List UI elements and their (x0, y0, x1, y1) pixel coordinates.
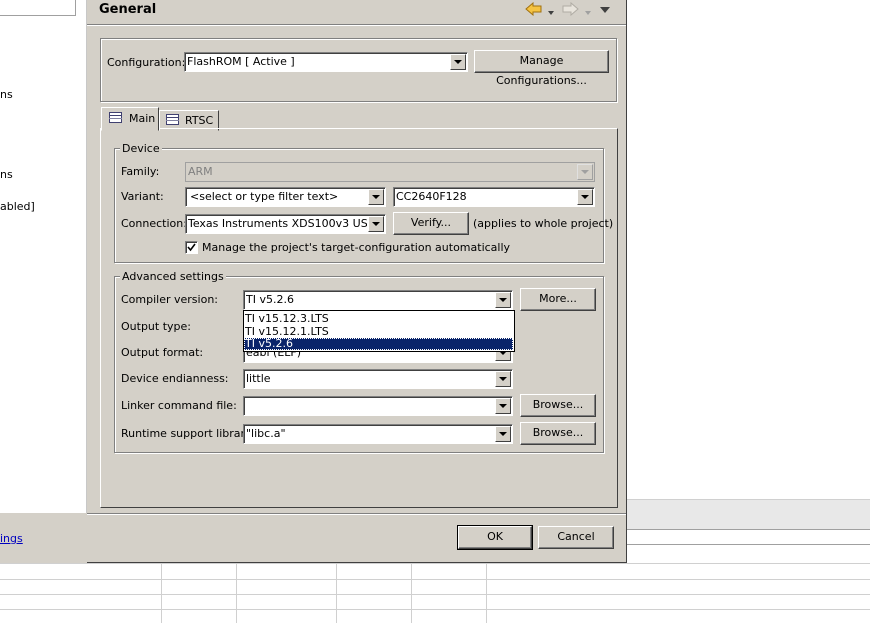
tab-main-label: Main (129, 112, 156, 125)
grid-line (161, 563, 162, 623)
chevron-down-icon[interactable] (495, 371, 511, 387)
compiler-version-dropdown: TI v15.12.3.LTS TI v15.12.1.LTS TI v5.2.… (243, 310, 515, 352)
runtime-browse-button[interactable]: Browse... (520, 422, 596, 445)
more-button[interactable]: More... (520, 288, 596, 311)
compiler-version-value: TI v5.2.6 (246, 293, 294, 306)
page-title: General (99, 2, 157, 17)
chevron-down-icon[interactable] (450, 54, 466, 70)
grid-line (0, 563, 870, 564)
manage-target-label[interactable]: Manage the project's target-configuratio… (202, 241, 510, 254)
manage-target-checkbox[interactable] (185, 241, 198, 254)
grid-line (336, 563, 337, 623)
variant-select[interactable]: CC2640F128 (393, 187, 595, 207)
variant-value: CC2640F128 (396, 190, 467, 203)
grid-line (486, 563, 487, 623)
endianness-select[interactable]: little (243, 369, 513, 389)
chevron-down-icon[interactable] (495, 426, 511, 442)
chevron-down-icon[interactable] (495, 292, 511, 308)
family-label-text: Family: (121, 165, 160, 178)
runtime-library-select[interactable]: "libc.a" (243, 424, 513, 444)
linker-command-label: Linker command file: (121, 399, 237, 412)
checkmark-icon (187, 243, 196, 252)
dropdown-option-selected[interactable]: TI v5.2.6 (244, 338, 513, 350)
dropdown-option[interactable]: TI v15.12.3.LTS (245, 312, 513, 325)
background-list-item: ns (0, 168, 13, 181)
background-settings-link[interactable]: ings (0, 532, 23, 545)
variant-label: Variant: (121, 190, 164, 203)
linker-browse-button[interactable]: Browse... (520, 394, 596, 417)
family-select: ARM (185, 162, 595, 182)
background-list-item: abled] (0, 200, 35, 213)
forward-arrow-icon[interactable] (561, 1, 579, 17)
view-menu-chevron-down-icon[interactable] (599, 4, 611, 13)
chevron-down-icon[interactable] (495, 398, 511, 414)
background-text-field[interactable] (0, 0, 76, 16)
background-right-strip (627, 499, 870, 530)
table-icon (166, 114, 179, 128)
family-value: ARM (188, 165, 213, 178)
background-right-field (627, 529, 870, 545)
properties-dialog: General Configuration: FlashROM [ Active… (87, 0, 627, 563)
variant-filter-value: <select or type filter text> (190, 190, 339, 203)
connection-value: Texas Instruments XDS100v3 USB De (188, 217, 367, 230)
variant-filter-select[interactable]: <select or type filter text> (185, 187, 386, 207)
verify-button[interactable]: Verify... (393, 212, 469, 235)
runtime-library-label: Runtime support library: (121, 427, 255, 440)
grid-line (0, 594, 870, 595)
endianness-label: Device endianness: (121, 372, 229, 385)
grid-line (0, 579, 870, 580)
ok-button[interactable]: OK (457, 525, 533, 550)
chevron-down-icon[interactable] (577, 189, 593, 205)
grid-line (236, 563, 237, 623)
endianness-value: little (246, 372, 271, 385)
output-type-label: Output type: (121, 320, 191, 333)
cancel-button[interactable]: Cancel (538, 526, 614, 549)
tab-rtsc-label: RTSC (185, 114, 214, 127)
advanced-settings-legend: Advanced settings (120, 270, 226, 283)
connection-select[interactable]: Texas Instruments XDS100v3 USB De (185, 214, 386, 234)
chevron-down-icon[interactable] (368, 189, 384, 205)
applies-note: (applies to whole project) (473, 217, 614, 230)
chevron-down-icon[interactable] (368, 216, 384, 232)
table-icon (109, 112, 122, 126)
chevron-down-icon (577, 164, 593, 180)
device-legend: Device (120, 142, 162, 155)
back-arrow-icon[interactable] (525, 1, 543, 17)
manage-configurations-button[interactable]: Manage Configurations... (474, 50, 609, 87)
forward-menu-chevron-down-icon[interactable] (584, 6, 592, 15)
background-list-item: ns (0, 88, 13, 101)
title-separator (87, 24, 626, 26)
runtime-library-value: "libc.a" (246, 427, 286, 440)
button-bar-separator (87, 513, 626, 515)
compiler-version-select[interactable]: TI v5.2.6 (243, 290, 513, 310)
grid-line (411, 563, 412, 623)
configuration-label: Configuration: (107, 56, 186, 69)
tab-main[interactable]: Main (101, 107, 159, 131)
output-format-label: Output format: (121, 346, 204, 359)
configuration-select[interactable]: FlashROM [ Active ] (184, 52, 468, 72)
compiler-version-label: Compiler version: (121, 293, 219, 306)
grid-line (0, 609, 870, 610)
configuration-value: FlashROM [ Active ] (187, 55, 295, 68)
back-menu-chevron-down-icon[interactable] (547, 6, 555, 15)
connection-label: Connection: (121, 217, 187, 230)
family-label: Family: (121, 165, 159, 178)
linker-command-select[interactable] (243, 396, 513, 416)
